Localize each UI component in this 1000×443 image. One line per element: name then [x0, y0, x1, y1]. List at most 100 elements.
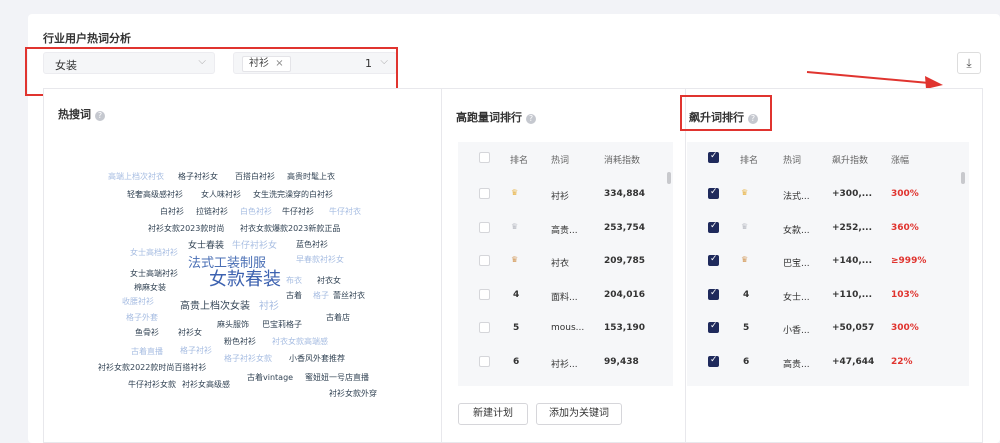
hot-word[interactable]: 格子衬衫女款	[224, 355, 272, 363]
volume-ranking-title-text: 高跑量词排行	[456, 111, 522, 124]
volume-scrollbar[interactable]	[667, 172, 671, 184]
select-all-checkbox[interactable]	[708, 151, 719, 163]
hot-word-cell[interactable]: 衬衫	[551, 189, 569, 202]
hot-word[interactable]: 女生洗完澡穿的白衬衫	[253, 191, 333, 199]
hot-word-cell[interactable]: 高贵...	[783, 357, 810, 370]
medal-icon: ♛	[741, 221, 749, 231]
hot-word-cell[interactable]: 衬衫...	[551, 357, 578, 370]
hot-word[interactable]: 古着店	[326, 314, 350, 322]
volume-ranking-title: 高跑量词排行?	[456, 109, 536, 125]
hot-word[interactable]: 白衬衫	[160, 208, 184, 216]
hot-word[interactable]: 蕾丝衬衣	[333, 292, 365, 300]
hot-word-cell[interactable]: 女士...	[783, 290, 810, 303]
hot-word[interactable]: 粉色衬衫	[224, 338, 256, 346]
hot-word[interactable]: 棉麻女装	[134, 284, 166, 292]
hot-word[interactable]: 蓝色衬衫	[296, 241, 328, 249]
row-checkbox[interactable]	[708, 221, 719, 233]
hot-word[interactable]: 衬衫女款2023款时尚	[148, 225, 224, 233]
row-checkbox[interactable]	[479, 188, 490, 199]
row-checkbox[interactable]	[479, 322, 490, 333]
hot-word[interactable]: 高贵上档次女装	[180, 302, 250, 312]
add-keyword-button[interactable]: 添加为关键词	[536, 403, 622, 425]
hot-word[interactable]: 古着直播	[131, 348, 163, 356]
download-icon: ⤓	[966, 56, 972, 70]
hot-word[interactable]: 女士高端衬衫	[130, 270, 178, 278]
rank-number: 4	[513, 289, 520, 300]
hot-word[interactable]: 衬衣女款高端感	[272, 338, 328, 346]
hot-word[interactable]: 鱼骨衫	[135, 329, 159, 337]
hot-word-cell[interactable]: 衬衣	[551, 256, 569, 269]
hot-word[interactable]: 牛仔衬衣	[329, 208, 361, 216]
row-checkbox[interactable]	[708, 288, 719, 300]
hot-word[interactable]: 牛仔衬衫女	[232, 242, 277, 251]
rising-scrollbar[interactable]	[961, 172, 965, 184]
rising-index: +252,...	[832, 222, 873, 233]
rising-table	[687, 142, 969, 386]
row-checkbox[interactable]	[479, 221, 490, 233]
hot-word-cell[interactable]: 法式...	[783, 189, 810, 202]
hot-word[interactable]: 女款春装	[209, 271, 281, 289]
hot-word[interactable]: 麻头服饰	[217, 321, 249, 329]
hot-word[interactable]: 女士高档衬衫	[130, 249, 178, 257]
hot-word[interactable]: 小香风外套推荐	[289, 355, 345, 363]
growth-rate: 360%	[891, 222, 919, 233]
consumption-index: 99,438	[604, 356, 639, 367]
hot-word[interactable]: 收腰衬衫	[122, 298, 154, 306]
hot-word[interactable]: 格子外套	[126, 314, 158, 322]
hot-word[interactable]: 巴宝莉格子	[262, 321, 302, 329]
hot-word[interactable]: 百搭白衬衫	[235, 173, 275, 181]
row-checkbox[interactable]	[708, 321, 719, 333]
hot-word[interactable]: 格子衬衫女	[178, 173, 218, 181]
help-icon[interactable]: ?	[526, 114, 536, 124]
hot-word[interactable]: 衬衫女款外穿	[329, 390, 377, 398]
hot-words-title-text: 热搜词	[58, 108, 91, 121]
hot-word-cell[interactable]: mous...	[551, 323, 584, 333]
hot-word[interactable]: 格子	[313, 292, 329, 300]
rising-index: +140,...	[832, 256, 873, 266]
hot-word[interactable]: 衬衫女	[178, 329, 202, 337]
hot-word[interactable]: 衬衣女	[317, 277, 341, 285]
hot-word-cell[interactable]: 小香...	[783, 323, 810, 336]
hot-word[interactable]: 女士春装	[188, 242, 224, 251]
consumption-index: 204,016	[604, 289, 645, 300]
consumption-index: 209,785	[604, 256, 645, 266]
hot-word[interactable]: 衬衫	[259, 302, 279, 312]
row-checkbox[interactable]	[479, 288, 490, 300]
hot-word[interactable]: 古着	[286, 292, 302, 300]
hot-words-title: 热搜词?	[58, 106, 105, 122]
row-checkbox[interactable]	[479, 355, 490, 367]
hot-word-cell[interactable]: 女款...	[783, 223, 810, 236]
hot-word[interactable]: 格子衬衫	[180, 347, 212, 355]
help-icon[interactable]: ?	[95, 111, 105, 121]
row-checkbox[interactable]	[708, 254, 719, 266]
hot-word[interactable]: 衬衫女款2022款时尚百搭衬衫	[98, 364, 206, 372]
hot-word-cell[interactable]: 高贵...	[551, 223, 578, 236]
download-button[interactable]: ⤓	[957, 52, 981, 74]
hot-word[interactable]: 女人味衬衫	[201, 191, 241, 199]
hot-word[interactable]: 白色衬衫	[240, 208, 272, 216]
medal-icon: ♛	[741, 188, 749, 197]
growth-rate: 22%	[891, 356, 913, 367]
hot-word-cell[interactable]: 面料...	[551, 290, 578, 303]
medal-icon: ♛	[511, 188, 519, 197]
hot-word[interactable]: 高端上档次衬衣	[108, 173, 164, 181]
hot-word[interactable]: 布衣	[286, 277, 302, 285]
new-plan-button[interactable]: 新建计划	[458, 403, 528, 425]
row-checkbox[interactable]	[479, 255, 490, 266]
hot-word[interactable]: 衬衣女款爆款2023新款正品	[240, 225, 340, 233]
hot-word[interactable]: 拉链衬衫	[196, 208, 228, 216]
row-checkbox[interactable]	[708, 187, 719, 199]
hot-word[interactable]: 早春款衬衫女	[296, 256, 344, 264]
hot-word[interactable]: 蜜妞妞一号店直播	[305, 374, 369, 382]
column-header: 消耗指数	[604, 156, 641, 166]
select-all-checkbox[interactable]	[479, 152, 490, 163]
rank-number: 5	[743, 323, 750, 333]
hot-word[interactable]: 高贵时髦上衣	[287, 173, 335, 181]
hot-word-cell[interactable]: 巴宝...	[783, 256, 810, 269]
hot-word[interactable]: 牛仔衬衫	[282, 208, 314, 216]
hot-word[interactable]: 轻奢高级感衬衫	[127, 191, 183, 199]
row-checkbox[interactable]	[708, 355, 719, 367]
hot-word[interactable]: 牛仔衬衫女款	[128, 381, 176, 389]
hot-word[interactable]: 古着vintage	[247, 374, 293, 382]
hot-word[interactable]: 衬衫女高级感	[182, 381, 230, 389]
